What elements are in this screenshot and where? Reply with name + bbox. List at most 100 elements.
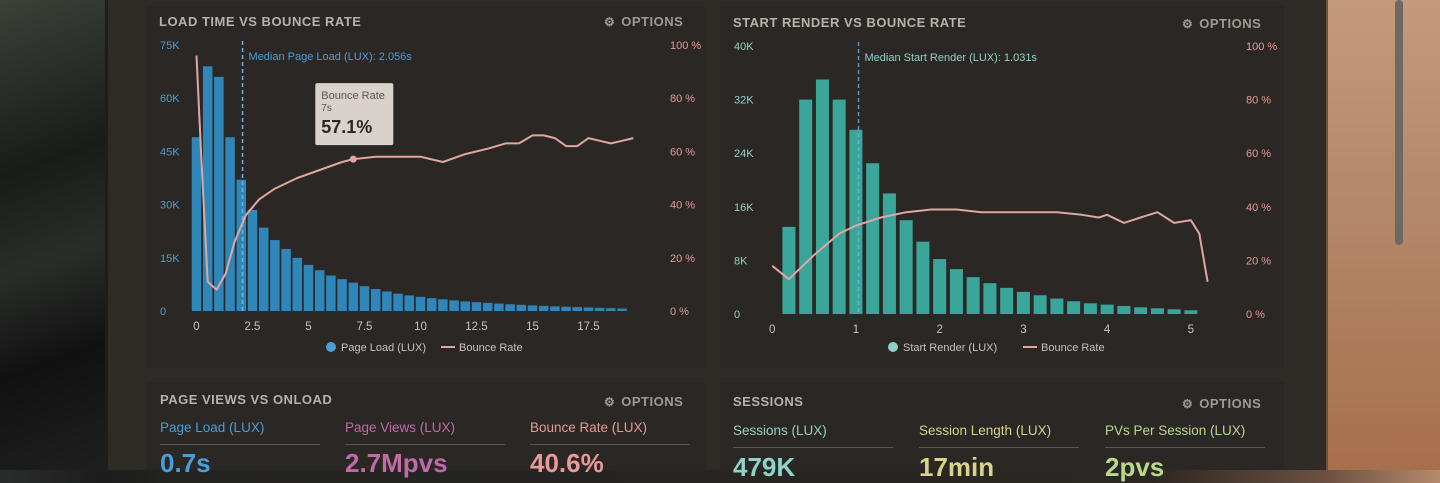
histogram-bar — [314, 270, 325, 311]
histogram-bar — [572, 307, 583, 311]
histogram-bar — [292, 257, 303, 311]
tooltip-point — [349, 155, 357, 163]
histogram-bar — [1033, 295, 1047, 314]
options-button[interactable]: ⚙ OPTIONS — [604, 394, 683, 409]
x-tick-label: 4 — [1104, 324, 1111, 336]
stat-divider — [1105, 447, 1265, 448]
page-views-panel: PAGE VIEWS VS ONLOAD ⚙ OPTIONS Page Load … — [146, 382, 706, 478]
histogram-bar — [782, 226, 796, 314]
monitor-bezel-right — [1328, 0, 1440, 470]
histogram-bar — [516, 304, 527, 311]
histogram-bar — [538, 305, 549, 311]
gear-icon: ⚙ — [604, 395, 616, 409]
options-button[interactable]: ⚙ OPTIONS — [1182, 396, 1261, 411]
histogram-bar — [916, 241, 930, 314]
y-right-tick-label: 100 % — [1246, 41, 1277, 53]
x-tick-label: 2 — [936, 324, 942, 336]
y-right-tick-label: 0 % — [670, 306, 689, 318]
histogram-bar — [1150, 308, 1164, 314]
y-right-tick-label: 0 % — [1246, 309, 1265, 321]
y-right-tick-label: 60 % — [1246, 148, 1271, 160]
histogram-bar — [281, 248, 291, 311]
y-left-tick-label: 30K — [160, 200, 180, 212]
histogram-bar — [426, 298, 437, 311]
x-tick-label: 1 — [853, 324, 859, 336]
legend-swatch-bars — [326, 342, 336, 352]
histogram-bar — [949, 269, 963, 314]
x-tick-label: 5 — [305, 321, 311, 333]
y-left-tick-label: 32K — [734, 95, 754, 107]
histogram-bar — [1134, 307, 1148, 314]
tooltip-title: Bounce Rate — [321, 90, 385, 102]
gear-icon: ⚙ — [1182, 397, 1194, 411]
histogram-bar — [471, 302, 482, 311]
stat-divider — [345, 444, 505, 445]
y-left-tick-label: 16K — [734, 202, 754, 214]
y-right-tick-label: 80 % — [670, 93, 695, 105]
sessions-panel: SESSIONS ⚙ OPTIONS Sessions (LUX) 479K Sess… — [720, 382, 1284, 482]
stat-divider — [160, 444, 320, 445]
histogram-bar — [1016, 291, 1030, 314]
y-right-tick-label: 40 % — [670, 200, 695, 212]
y-left-tick-label: 0 — [160, 306, 166, 318]
load-time-panel: LOAD TIME VS BOUNCE RATE ⚙ OPTIONS 0 15K 30… — [146, 6, 706, 368]
y-left-tick-label: 40K — [734, 41, 754, 53]
histogram-bar — [359, 286, 370, 311]
start-render-chart: 0 8K 16K 24K 32K 40K 0 % 20 % 40 % 60 % 80 % 100 % 0… — [734, 41, 1277, 354]
histogram-bar — [382, 291, 392, 311]
histogram-bar — [899, 220, 913, 314]
tooltip-value: 57.1% — [321, 117, 372, 137]
stat-value: 17min — [919, 452, 995, 482]
histogram-bar — [832, 99, 846, 314]
histogram-bar — [1067, 301, 1081, 314]
x-tick-label: 0 — [193, 321, 199, 333]
scrollbar[interactable] — [1395, 0, 1403, 245]
histogram-bar — [326, 275, 336, 311]
histogram-bar — [1000, 287, 1014, 314]
histogram-bar — [1184, 310, 1198, 314]
legend-label-line: Bounce Rate — [459, 342, 523, 354]
histogram-bar — [415, 296, 426, 311]
histogram-bar — [882, 193, 896, 314]
histogram-bar — [505, 304, 515, 311]
x-tick-label: 17.5 — [577, 321, 599, 333]
y-left-tick-label: 0 — [734, 309, 740, 321]
x-tick-label: 3 — [1020, 324, 1026, 336]
panel-title: SESSIONS — [733, 394, 804, 409]
stat-label: Bounce Rate (LUX) — [530, 420, 648, 435]
stat-label: Page Views (LUX) — [345, 420, 456, 435]
histogram-bar — [799, 99, 813, 314]
legend-label-bars: Page Load (LUX) — [341, 342, 426, 354]
histogram-bar — [460, 301, 471, 311]
load-time-chart: 0 15K 30K 45K 60K 75K 0 % 20 % 40 % 60 % 80 % 100 %… — [160, 40, 701, 354]
x-tick-label: 12.5 — [465, 321, 487, 333]
histogram-bar — [236, 179, 247, 311]
histogram-bar — [966, 277, 980, 314]
histogram-bar — [1117, 305, 1131, 314]
histogram-bar — [1100, 304, 1114, 314]
histogram-bar — [583, 307, 594, 311]
y-right-tick-label: 80 % — [1246, 95, 1271, 107]
x-tick-label: 7.5 — [356, 321, 372, 333]
histogram-bar — [550, 306, 560, 311]
stat-divider — [530, 444, 690, 445]
histogram-bar — [270, 240, 280, 311]
x-tick-label: 15 — [526, 321, 539, 333]
histogram-bar — [606, 308, 616, 311]
histogram-bar — [438, 299, 448, 311]
panel-title: PAGE VIEWS VS ONLOAD — [160, 392, 333, 407]
y-left-tick-label: 24K — [734, 148, 754, 160]
legend-swatch-bars — [888, 342, 898, 352]
stat-value: 2.7Mpvs — [345, 448, 448, 478]
monitor-bezel-left — [0, 0, 105, 470]
x-tick-label: 0 — [769, 324, 775, 336]
y-right-tick-label: 40 % — [1246, 202, 1271, 214]
stat-value: 2pvs — [1105, 452, 1165, 482]
x-tick-label: 2.5 — [244, 321, 260, 333]
stat-label: PVs Per Session (LUX) — [1105, 423, 1246, 438]
histogram-bar — [225, 137, 235, 311]
histogram-bar — [561, 306, 571, 311]
histogram-bar — [404, 295, 415, 311]
histogram-bar — [494, 303, 504, 311]
y-right-tick-label: 100 % — [670, 40, 701, 52]
